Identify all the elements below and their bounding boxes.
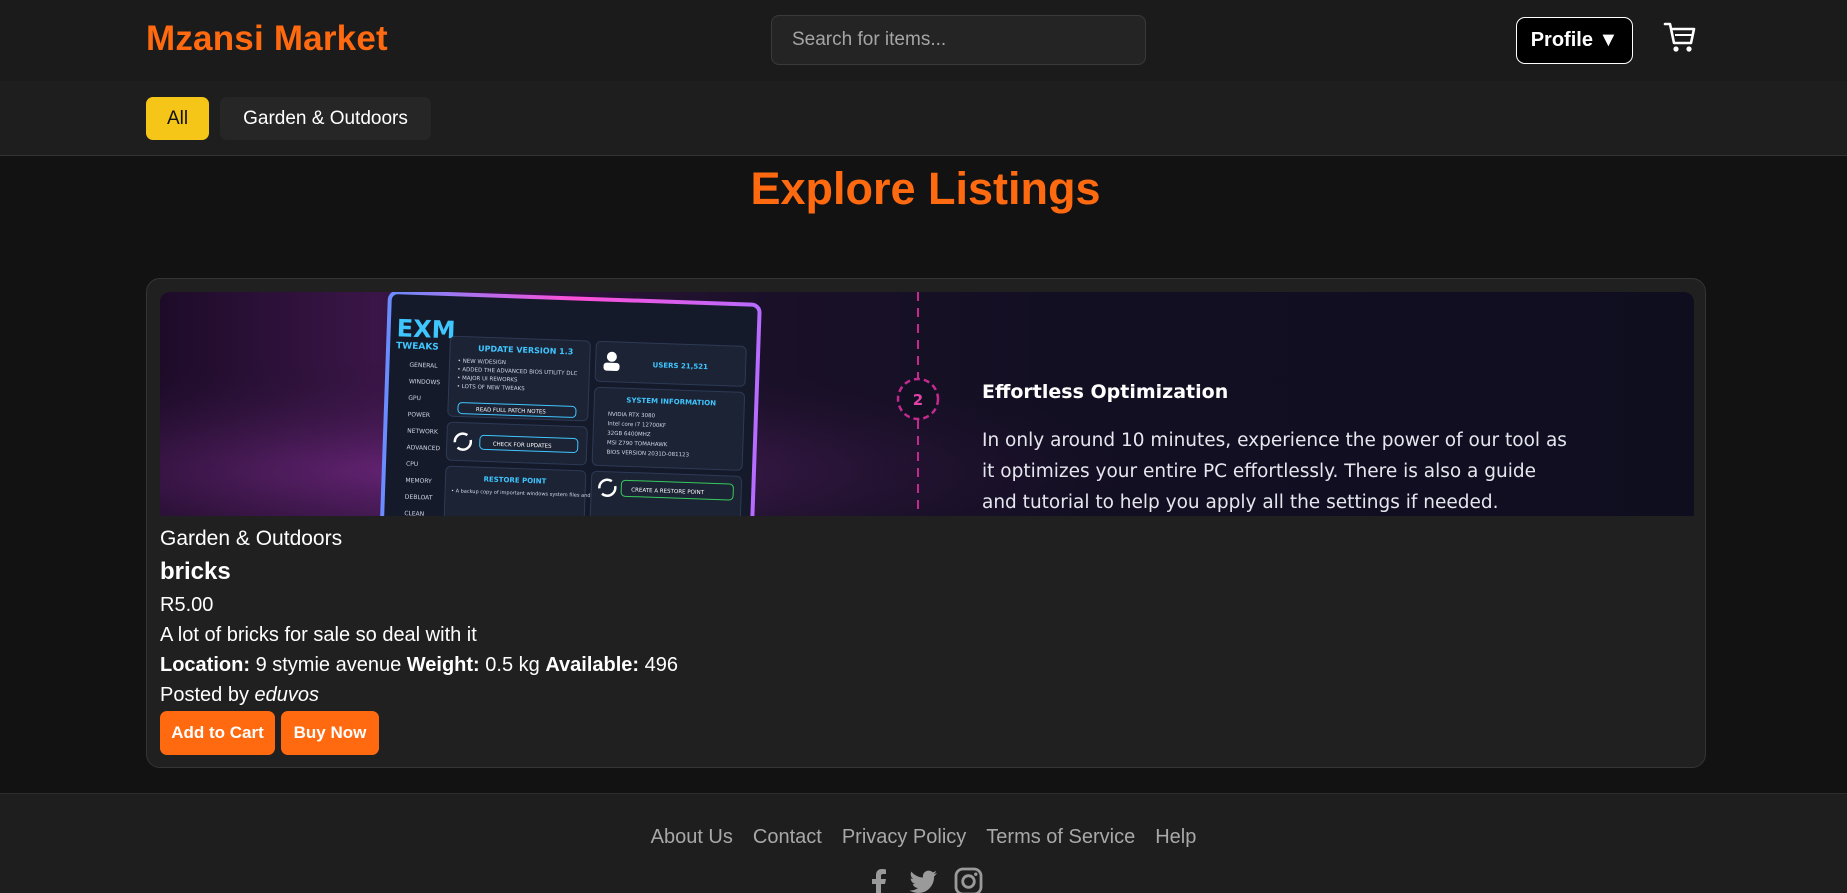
- listing-price: R5.00: [160, 594, 214, 616]
- category-bar: All Garden & Outdoors: [0, 81, 1847, 156]
- banner-nav-item: ADVANCED: [406, 444, 440, 452]
- banner-nav-item: POWER: [408, 411, 430, 419]
- profile-button[interactable]: Profile ▼: [1516, 17, 1633, 64]
- banner-nav-item: MEMORY: [405, 477, 432, 485]
- banner-body-text: In only around 10 minutes, experience th…: [982, 430, 1567, 513]
- footer-link-privacy-policy[interactable]: Privacy Policy: [842, 826, 966, 849]
- banner-nav-item: DEBLOAT: [405, 494, 433, 502]
- banner-nav-item: CLEAN: [404, 510, 424, 516]
- banner-logo-text: EXM: [396, 314, 456, 344]
- facebook-icon[interactable]: [863, 866, 894, 893]
- category-chip-all[interactable]: All: [146, 97, 209, 140]
- search-input[interactable]: [771, 15, 1146, 65]
- footer: About Us Contact Privacy Policy Terms of…: [0, 793, 1847, 893]
- available-value: 496: [644, 654, 679, 676]
- listing-description: A lot of bricks for sale so deal with it: [160, 624, 477, 646]
- instagram-icon[interactable]: [953, 866, 984, 893]
- seller-name[interactable]: eduvos: [255, 684, 320, 706]
- weight-value: 0.5 kg: [485, 654, 540, 676]
- footer-link-help[interactable]: Help: [1155, 826, 1196, 849]
- banner-heading: Effortless Optimization: [982, 381, 1228, 403]
- listing-card: EXM TWEAKS GENERAL WINDOWS GPU POWER NETWORK…: [146, 278, 1706, 768]
- banner-nav-item: CPU: [406, 461, 418, 468]
- listing-title: bricks: [160, 558, 231, 585]
- listing-meta: Location: 9 stymie avenue Weight: 0.5 kg…: [160, 654, 678, 677]
- listing-category: Garden & Outdoors: [160, 527, 343, 550]
- weight-label: Weight:: [406, 654, 480, 676]
- footer-link-terms-of-service[interactable]: Terms of Service: [986, 826, 1135, 849]
- listing-image[interactable]: EXM TWEAKS GENERAL WINDOWS GPU POWER NETWORK…: [160, 292, 1694, 516]
- banner-nav-item: WINDOWS: [409, 378, 441, 386]
- posted-by: Posted by eduvos: [160, 684, 319, 707]
- svg-text:TWEAKS: TWEAKS: [396, 341, 439, 352]
- footer-link-about-us[interactable]: About Us: [651, 826, 733, 849]
- available-label: Available:: [545, 654, 640, 676]
- svg-text:2: 2: [913, 391, 923, 409]
- posted-by-label: Posted by: [160, 684, 249, 706]
- banner-nav-item: NETWORK: [407, 428, 439, 436]
- banner-nav-item: GENERAL: [409, 362, 438, 370]
- footer-links: About Us Contact Privacy Policy Terms of…: [0, 826, 1847, 849]
- category-chip-garden-outdoors[interactable]: Garden & Outdoors: [220, 97, 431, 140]
- footer-link-contact[interactable]: Contact: [753, 826, 822, 849]
- site-logo[interactable]: Mzansi Market: [146, 19, 388, 59]
- banner-nav-item: GPU: [408, 395, 421, 402]
- buy-now-button[interactable]: Buy Now: [281, 711, 379, 755]
- twitter-icon[interactable]: [908, 866, 939, 893]
- social-links: [0, 866, 1847, 893]
- top-header: Mzansi Market Profile ▼: [0, 0, 1847, 81]
- page-title: Explore Listings: [750, 163, 1101, 214]
- location-value: 9 stymie avenue: [255, 654, 402, 676]
- cart-icon[interactable]: [1663, 19, 1697, 55]
- location-label: Location:: [160, 654, 250, 676]
- add-to-cart-button[interactable]: Add to Cart: [160, 711, 275, 755]
